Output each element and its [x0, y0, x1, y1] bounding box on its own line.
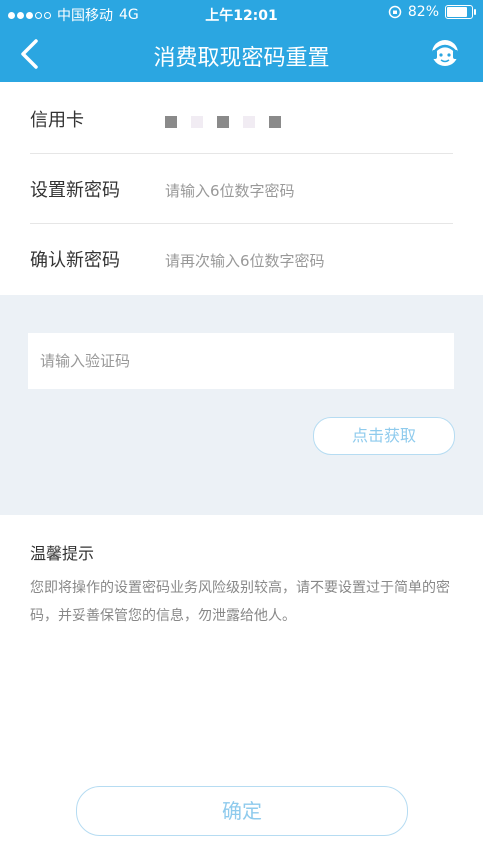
verification-section: 点击获取 [0, 295, 483, 515]
new-password-label: 设置新密码 [30, 180, 120, 201]
customer-service-icon [432, 40, 458, 66]
confirm-password-label: 确认新密码 [30, 250, 120, 271]
card-label: 信用卡 [30, 110, 84, 131]
page-title: 消费取现密码重置 [153, 46, 330, 71]
card-row: 信用卡 [0, 84, 483, 154]
new-password-row[interactable]: 设置新密码 请输入6位数字密码 [0, 154, 483, 224]
customer-service-button[interactable] [425, 36, 465, 72]
status-bar: 中国移动 4G 上午12:01 82% [0, 0, 483, 26]
battery-icon [445, 5, 476, 19]
new-password-input[interactable]: 请输入6位数字密码 [165, 180, 295, 201]
battery-percent: 82% [407, 4, 439, 20]
confirm-password-input[interactable]: 请再次输入6位数字密码 [165, 250, 325, 271]
masked-card-number [165, 116, 281, 128]
top-bar: 中国移动 4G 上午12:01 82% 消费取现密码重置 [0, 0, 483, 82]
tips-title: 温馨提示 [30, 544, 95, 563]
nav-bar: 消费取现密码重置 [0, 26, 483, 82]
get-code-button[interactable]: 点击获取 [313, 417, 455, 455]
status-right: 82% [388, 4, 476, 20]
tips-text: 您即将操作的设置密码业务风险级别较高，请不要设置过于简单的密码，并妥善保管您的信… [30, 580, 450, 624]
confirm-button[interactable]: 确定 [76, 786, 408, 836]
confirm-password-row[interactable]: 确认新密码 请再次输入6位数字密码 [0, 224, 483, 294]
rotation-lock-icon [388, 5, 402, 19]
verification-code-input[interactable] [28, 333, 454, 389]
